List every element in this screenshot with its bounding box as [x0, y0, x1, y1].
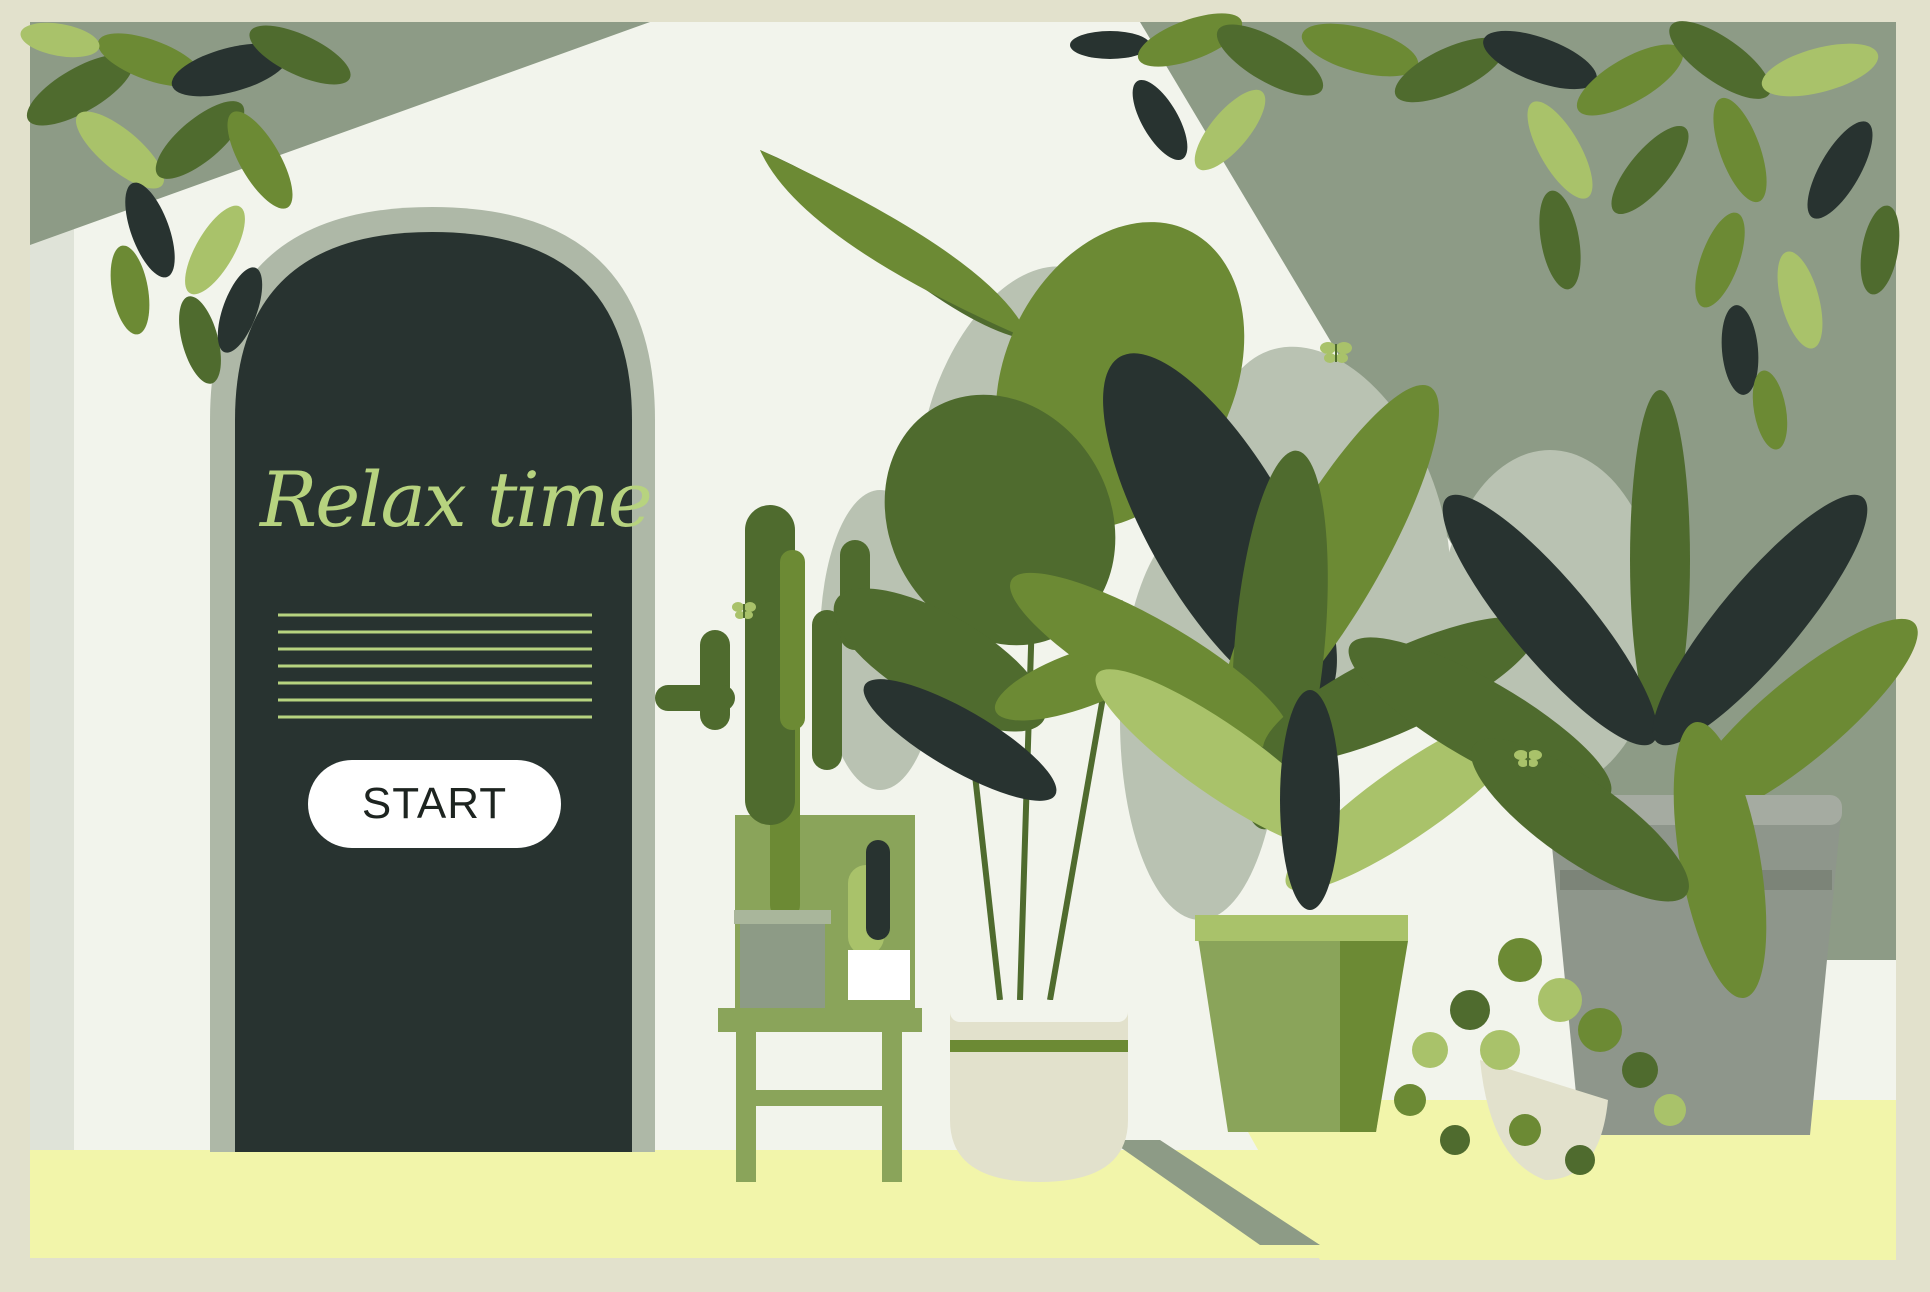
butterfly-icon [1320, 342, 1352, 363]
garden-scene [0, 0, 1930, 1292]
game-title: Relax time [260, 455, 653, 544]
start-button[interactable]: START [308, 760, 561, 848]
butterfly-icon [732, 602, 756, 619]
door [235, 232, 632, 1152]
